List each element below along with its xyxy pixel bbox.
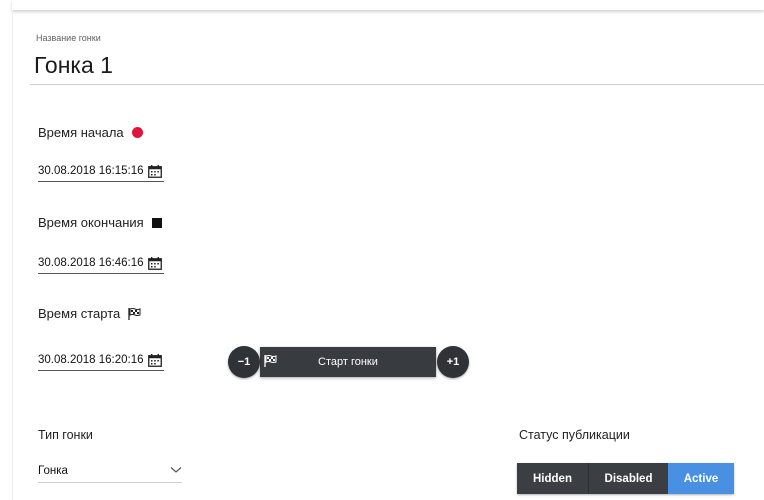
race-type-label: Тип гонки	[38, 428, 93, 442]
checkered-flag-icon	[264, 355, 277, 367]
race-name-underline	[30, 84, 764, 85]
calendar-icon[interactable]	[147, 256, 162, 270]
race-start-title-row: Время старта	[38, 306, 141, 321]
start-time-value: 30.08.2018 16:15:16	[38, 165, 144, 177]
race-start-value: 30.08.2018 16:20:16	[38, 354, 144, 366]
end-time-title-row: Время окончания	[38, 215, 162, 230]
race-start-label: Время старта	[38, 306, 121, 321]
status-disabled-button[interactable]: Disabled	[588, 463, 668, 494]
end-time-field[interactable]: 30.08.2018 16:46:16	[38, 253, 164, 274]
minus-one-button[interactable]: −1	[228, 346, 260, 378]
calendar-icon[interactable]	[147, 164, 162, 178]
start-race-label: Старт гонки	[318, 356, 378, 368]
start-time-field[interactable]: 30.08.2018 16:15:16	[38, 161, 164, 182]
race-name-input[interactable]: Гонка 1	[34, 52, 113, 79]
checkered-flag-icon	[128, 307, 141, 320]
start-time-title-row: Время начала	[38, 125, 143, 140]
chevron-down-icon	[170, 465, 182, 477]
plus-one-button[interactable]: +1	[437, 346, 469, 378]
stop-square-icon	[151, 217, 162, 228]
top-shadow-bar	[12, 0, 764, 10]
start-time-label: Время начала	[38, 125, 124, 140]
start-race-button[interactable]: Старт гонки	[260, 347, 436, 377]
calendar-icon[interactable]	[147, 353, 162, 367]
end-time-value: 30.08.2018 16:46:16	[38, 257, 144, 269]
status-hidden-button[interactable]: Hidden	[517, 463, 588, 494]
status-active-button[interactable]: Active	[668, 463, 734, 494]
race-start-stepper: −1 Старт гонки +1	[228, 346, 472, 378]
end-time-label: Время окончания	[38, 215, 144, 230]
red-dot-icon	[131, 127, 143, 138]
race-type-selected: Гонка	[38, 465, 68, 477]
publication-status-label: Статус публикации	[519, 428, 630, 442]
race-type-select[interactable]: Гонка	[38, 460, 182, 483]
race-name-label: Название гонки	[36, 33, 101, 43]
race-start-field[interactable]: 30.08.2018 16:20:16	[38, 350, 164, 371]
publication-status-toggle: Hidden Disabled Active	[517, 463, 734, 494]
